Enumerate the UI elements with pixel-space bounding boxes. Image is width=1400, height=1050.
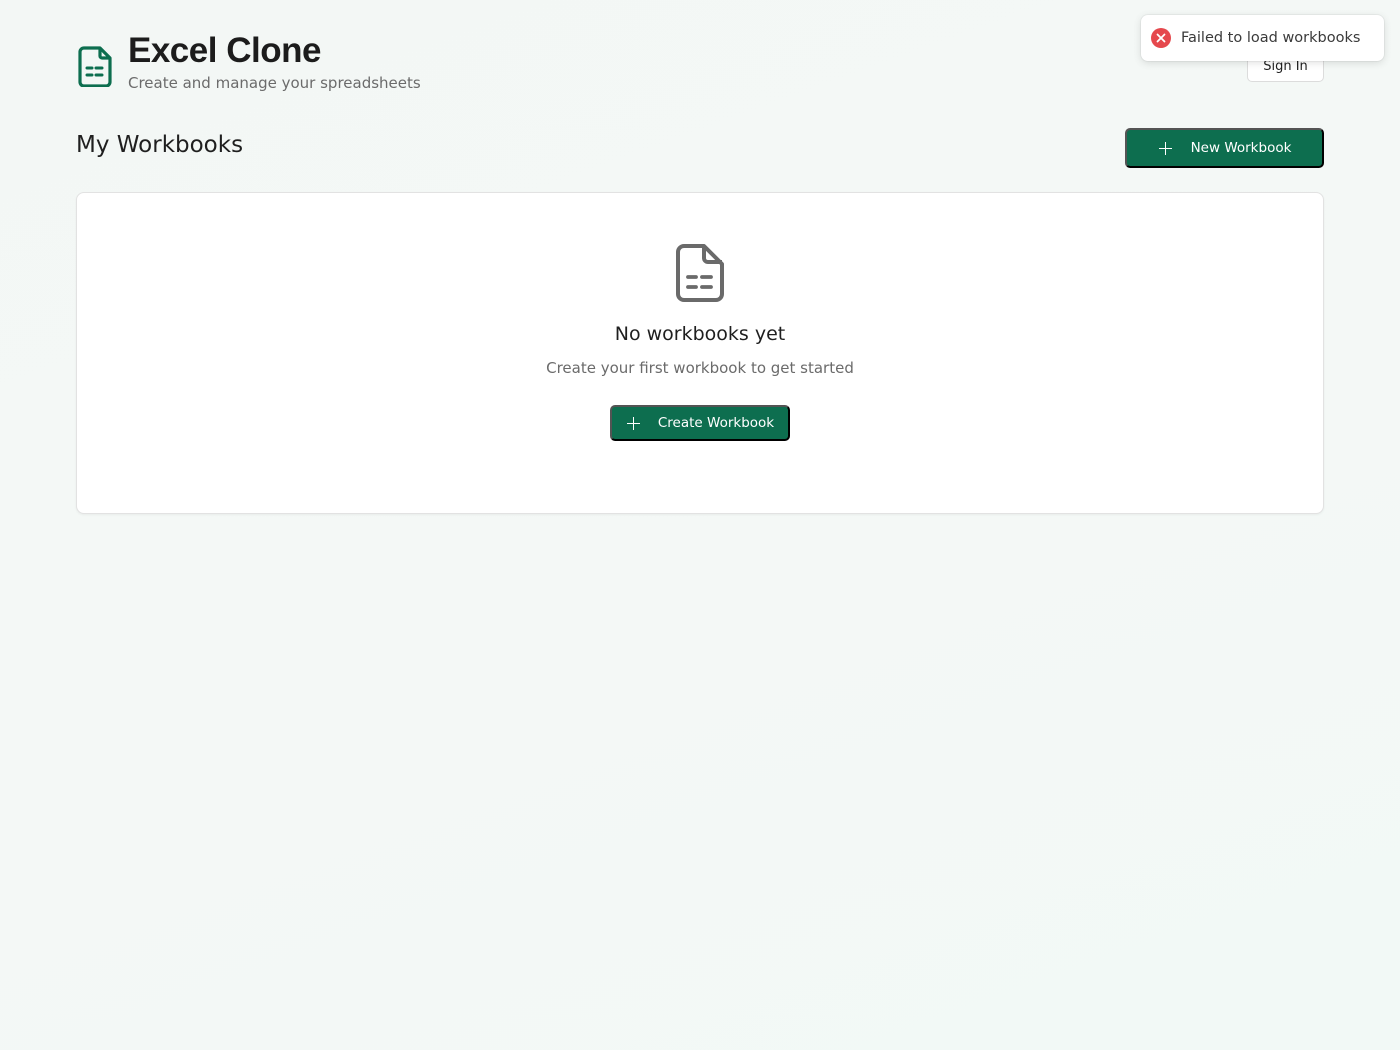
empty-state-subtitle: Create your first workbook to get starte…: [546, 359, 854, 377]
create-workbook-label: Create Workbook: [657, 415, 775, 431]
new-workbook-button[interactable]: New Workbook: [1125, 128, 1324, 168]
create-workbook-button[interactable]: Create Workbook: [610, 405, 790, 441]
app-header: Excel Clone Create and manage your sprea…: [76, 30, 421, 92]
error-toast[interactable]: Failed to load workbooks: [1141, 15, 1384, 61]
app-title: Excel Clone: [128, 31, 321, 70]
page: Excel Clone Create and manage your sprea…: [0, 0, 1400, 1050]
workbooks-card: No workbooks yet Create your first workb…: [76, 192, 1324, 514]
toast-message: Failed to load workbooks: [1181, 30, 1361, 46]
spreadsheet-file-icon: [676, 244, 724, 302]
empty-state-title: No workbooks yet: [614, 323, 786, 345]
spreadsheet-file-icon: [78, 46, 112, 87]
plus-icon: [626, 416, 641, 431]
new-workbook-label: New Workbook: [1190, 140, 1292, 156]
app-subtitle: Create and manage your spreadsheets: [128, 74, 421, 92]
title-block: Excel Clone Create and manage your sprea…: [128, 30, 421, 92]
plus-icon: [1158, 141, 1173, 156]
error-x-icon: [1151, 28, 1171, 48]
section-title: My Workbooks: [76, 132, 244, 158]
